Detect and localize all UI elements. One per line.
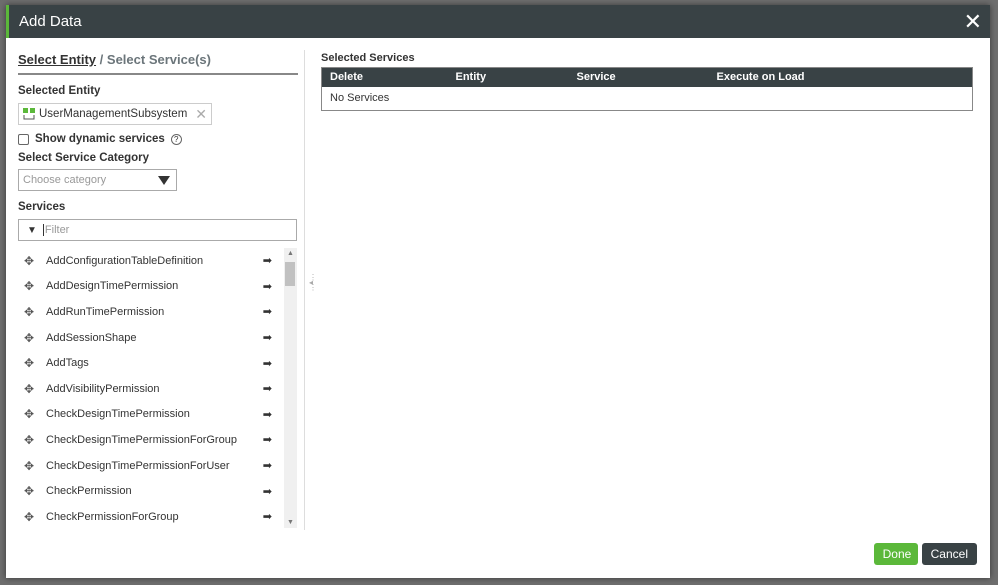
chevron-down-icon xyxy=(158,176,170,185)
list-item[interactable]: ✥ AddVisibilityPermission ➡ xyxy=(18,376,280,402)
column-header: Execute on Load xyxy=(708,67,973,87)
scrollbar[interactable]: ▲ ▼ xyxy=(284,248,297,528)
category-select[interactable]: Choose category xyxy=(18,169,177,191)
arrow-right-icon[interactable]: ➡ xyxy=(263,459,272,472)
service-name: AddTags xyxy=(46,357,89,370)
service-name: CheckDesignTimePermission xyxy=(46,408,190,421)
breadcrumb: Select Entity / Select Service(s) xyxy=(18,52,298,75)
selected-entity-value: UserManagementSubsystem xyxy=(39,108,188,120)
done-button[interactable]: Done xyxy=(873,543,918,565)
help-icon[interactable]: ? xyxy=(170,133,182,145)
step-separator: / xyxy=(99,52,104,67)
footer-buttons: Done Cancel xyxy=(873,543,977,565)
drag-move-icon[interactable]: ✥ xyxy=(24,459,36,473)
drag-move-icon[interactable]: ✥ xyxy=(24,254,36,268)
selected-entity-chip: UserManagementSubsystem ✕ xyxy=(18,103,213,125)
arrow-right-icon[interactable]: ➡ xyxy=(263,408,272,421)
filter-placeholder: Filter xyxy=(42,224,70,236)
show-dynamic-label: Show dynamic services xyxy=(35,133,165,145)
arrow-right-icon[interactable]: ➡ xyxy=(263,357,272,370)
service-name: AddSessionShape xyxy=(46,331,137,344)
arrow-right-icon[interactable]: ➡ xyxy=(263,305,272,318)
drag-move-icon[interactable]: ✥ xyxy=(24,279,36,293)
list-item[interactable]: ✥ CheckPermissionForGroup ➡ xyxy=(18,504,280,530)
category-placeholder: Choose category xyxy=(23,174,107,186)
arrow-right-icon[interactable]: ➡ xyxy=(263,331,272,344)
filter-input[interactable]: ▼ Filter xyxy=(18,219,297,241)
drag-move-icon[interactable]: ✥ xyxy=(24,510,36,524)
list-item[interactable]: ✥ CheckDesignTimePermission ➡ xyxy=(18,402,280,428)
service-name: CheckPermissionForGroup xyxy=(46,510,179,523)
show-dynamic-services-checkbox[interactable]: Show dynamic services ? xyxy=(18,133,298,145)
column-header: Entity xyxy=(447,67,569,87)
list-item[interactable]: ✥ AddDesignTimePermission ➡ xyxy=(18,274,280,300)
selected-services-panel: Selected Services Delete Entity Service … xyxy=(321,52,973,111)
list-item[interactable]: ✥ AddRunTimePermission ➡ xyxy=(18,299,280,325)
list-item[interactable]: ✥ CheckDesignTimePermissionForGroup ➡ xyxy=(18,427,280,453)
dialog-title: Add Data xyxy=(19,13,82,30)
drag-move-icon[interactable]: ✥ xyxy=(24,356,36,370)
arrow-right-icon[interactable]: ➡ xyxy=(263,433,272,446)
checkbox-icon[interactable] xyxy=(18,133,29,145)
step-select-services[interactable]: Select Service(s) xyxy=(107,52,211,67)
drag-move-icon[interactable]: ✥ xyxy=(24,407,36,421)
close-icon[interactable]: ✕ xyxy=(964,5,982,38)
services-list: ✥ AddConfigurationTableDefinition ➡ ✥ AddDes… xyxy=(18,248,297,528)
left-panel: Select Entity / Select Service(s) Select… xyxy=(18,52,298,241)
add-data-dialog: Add Data ✕ Select Entity / Select Servic… xyxy=(6,5,990,578)
service-name: AddVisibilityPermission xyxy=(46,382,160,395)
column-header: Delete xyxy=(321,67,448,87)
service-name: CheckDesignTimePermissionForUser xyxy=(46,459,230,472)
panel-divider xyxy=(304,50,305,530)
drag-move-icon[interactable]: ✥ xyxy=(24,305,36,319)
column-header: Service xyxy=(568,67,709,87)
service-name: CheckPermission xyxy=(46,485,132,498)
service-name: AddRunTimePermission xyxy=(46,305,165,318)
remove-entity-icon[interactable]: ✕ xyxy=(195,106,207,123)
selected-services-title: Selected Services xyxy=(321,52,415,64)
services-label: Services xyxy=(18,201,66,213)
drag-move-icon[interactable]: ✥ xyxy=(24,382,36,396)
arrow-right-icon[interactable]: ➡ xyxy=(263,382,272,395)
empty-message: No Services xyxy=(330,92,390,105)
filter-icon: ▼ xyxy=(27,224,37,236)
cancel-button[interactable]: Cancel xyxy=(921,543,977,565)
service-name: CheckDesignTimePermissionForGroup xyxy=(46,433,237,446)
dialog-header: Add Data ✕ xyxy=(6,5,990,38)
list-item[interactable]: ✥ CheckDesignTimePermissionForUser ➡ xyxy=(18,453,280,479)
service-category-label: Select Service Category xyxy=(18,152,150,164)
drag-move-icon[interactable]: ✥ xyxy=(24,331,36,345)
list-item[interactable]: ✥ AddConfigurationTableDefinition ➡ xyxy=(18,248,280,274)
list-item[interactable]: ✥ AddSessionShape ➡ xyxy=(18,325,280,351)
drag-move-icon[interactable]: ✥ xyxy=(24,484,36,498)
scroll-up-icon[interactable]: ▲ xyxy=(287,250,294,257)
arrow-right-icon[interactable]: ➡ xyxy=(263,254,272,267)
selected-services-table: Delete Entity Service Execute on Load No… xyxy=(321,67,973,111)
scrollbar-thumb[interactable] xyxy=(285,262,295,286)
service-name: AddDesignTimePermission xyxy=(46,280,179,293)
step-select-entity[interactable]: Select Entity xyxy=(18,52,96,67)
arrow-right-icon[interactable]: ➡ xyxy=(263,280,272,293)
selected-entity-label: Selected Entity xyxy=(18,85,101,97)
list-item[interactable]: ✥ AddTags ➡ xyxy=(18,350,280,376)
service-name: AddConfigurationTableDefinition xyxy=(46,254,204,267)
arrow-right-icon[interactable]: ➡ xyxy=(263,510,272,523)
drag-move-icon[interactable]: ✥ xyxy=(24,433,36,447)
entity-icon xyxy=(23,108,35,120)
list-item[interactable]: ✥ CheckPermission ➡ xyxy=(18,478,280,504)
scroll-down-icon[interactable]: ▼ xyxy=(287,519,294,526)
arrow-right-icon[interactable]: ➡ xyxy=(263,485,272,498)
resize-handle[interactable]: ⋮ ◂ ⋮ xyxy=(309,274,317,292)
